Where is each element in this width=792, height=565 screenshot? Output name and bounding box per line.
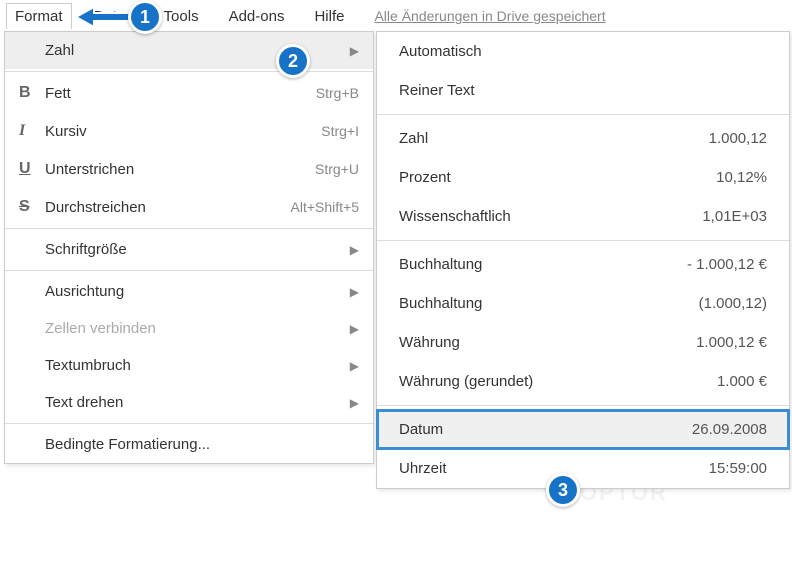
menubar-hilfe[interactable]: Hilfe xyxy=(306,4,352,29)
format-option-example: 15:59:00 xyxy=(709,460,767,477)
menu-item-label: Durchstreichen xyxy=(45,199,291,216)
chevron-right-icon: ▶ xyxy=(350,285,359,299)
format-option-uhrzeit[interactable]: Uhrzeit15:59:00 xyxy=(377,449,789,488)
format-option-label: Automatisch xyxy=(399,43,767,60)
format-option-datum[interactable]: Datum26.09.2008 xyxy=(377,410,789,449)
chevron-right-icon: ▶ xyxy=(350,359,359,373)
divider xyxy=(5,270,373,271)
format-option-label: Zahl xyxy=(399,130,709,147)
callout-arrow-1 xyxy=(76,3,136,31)
menu-item-kursiv[interactable]: IKursivStrg+I xyxy=(5,112,373,150)
divider xyxy=(5,228,373,229)
menu-item-label: Kursiv xyxy=(45,123,321,140)
menu-item-label: Schriftgröße xyxy=(45,241,342,258)
callout-1: 1 xyxy=(128,0,162,34)
format-option-example: - 1.000,12 € xyxy=(687,256,767,273)
format-option-label: Reiner Text xyxy=(399,82,767,99)
shortcut: Strg+B xyxy=(316,85,359,101)
format-option-label: Währung (gerundet) xyxy=(399,373,717,390)
shortcut: Strg+I xyxy=(321,123,359,139)
menu-item-text-drehen[interactable]: Text drehen ▶ xyxy=(5,384,373,421)
format-option-label: Währung xyxy=(399,334,696,351)
format-option-buchhaltung[interactable]: Buchhaltung- 1.000,12 € xyxy=(377,245,789,284)
format-option-label: Datum xyxy=(399,421,692,438)
format-option-w-hrung-gerundet-[interactable]: Währung (gerundet)1.000 € xyxy=(377,362,789,401)
format-option-zahl[interactable]: Zahl1.000,12 xyxy=(377,119,789,158)
menu-item-label: Text drehen xyxy=(45,394,342,411)
menu-item-label: Unterstrichen xyxy=(45,161,315,178)
menu-item-label: Textumbruch xyxy=(45,357,342,374)
menu-item-fett[interactable]: BFettStrg+B xyxy=(5,74,373,112)
format-option-example: 1.000,12 € xyxy=(696,334,767,351)
divider xyxy=(377,114,789,115)
shortcut: Strg+U xyxy=(315,161,359,177)
divider xyxy=(377,240,789,241)
menu-item-ausrichtung[interactable]: Ausrichtung ▶ xyxy=(5,273,373,310)
menu-item-unterstrichen[interactable]: UUnterstrichenStrg+U xyxy=(5,150,373,188)
menu-item-label: Ausrichtung xyxy=(45,283,342,300)
callout-circle-2: 2 xyxy=(276,44,310,78)
b-icon: B xyxy=(19,84,45,102)
callout-3: 3 xyxy=(546,473,580,507)
format-option-label: Buchhaltung xyxy=(399,256,687,273)
format-option-example: 1,01E+03 xyxy=(702,208,767,225)
i-icon: I xyxy=(19,122,45,140)
format-option-label: Buchhaltung xyxy=(399,295,699,312)
format-option-buchhaltung[interactable]: Buchhaltung(1.000,12) xyxy=(377,284,789,323)
callout-2: 2 xyxy=(276,44,310,78)
format-option-label: Wissenschaftlich xyxy=(399,208,702,225)
menu-item-schriftgr-e[interactable]: Schriftgröße ▶ xyxy=(5,231,373,268)
number-format-submenu: AutomatischReiner TextZahl1.000,12Prozen… xyxy=(376,31,790,489)
menubar-tools[interactable]: Tools xyxy=(156,4,207,29)
format-option-example: 26.09.2008 xyxy=(692,421,767,438)
menu-item-label: Fett xyxy=(45,85,316,102)
u-icon: U xyxy=(19,160,45,178)
format-option-example: 1.000 € xyxy=(717,373,767,390)
format-option-label: Prozent xyxy=(399,169,716,186)
menubar-format[interactable]: Format xyxy=(6,3,72,29)
menu-item-label: Zellen verbinden xyxy=(45,320,342,337)
format-option-example: 10,12% xyxy=(716,169,767,186)
callout-circle-3: 3 xyxy=(546,473,580,507)
chevron-right-icon: ▶ xyxy=(350,44,359,58)
format-option-automatisch[interactable]: Automatisch xyxy=(377,32,789,71)
callout-circle-1: 1 xyxy=(128,0,162,34)
menu-item-zahl[interactable]: Zahl▶ xyxy=(5,32,373,69)
chevron-right-icon: ▶ xyxy=(350,322,359,336)
format-option-reiner-text[interactable]: Reiner Text xyxy=(377,71,789,110)
format-option-example: 1.000,12 xyxy=(709,130,767,147)
format-option-wissenschaftlich[interactable]: Wissenschaftlich1,01E+03 xyxy=(377,197,789,236)
chevron-right-icon: ▶ xyxy=(350,243,359,257)
menu-item-label: Bedingte Formatierung... xyxy=(45,436,359,453)
menu-item-textumbruch[interactable]: Textumbruch ▶ xyxy=(5,347,373,384)
menubar-addons[interactable]: Add-ons xyxy=(221,4,293,29)
format-option-example: (1.000,12) xyxy=(699,295,767,312)
format-option-w-hrung[interactable]: Währung1.000,12 € xyxy=(377,323,789,362)
format-option-prozent[interactable]: Prozent10,12% xyxy=(377,158,789,197)
shortcut: Alt+Shift+5 xyxy=(291,199,360,215)
save-status[interactable]: Alle Änderungen in Drive gespeichert xyxy=(374,8,605,24)
menu-item-durchstreichen[interactable]: SDurchstreichenAlt+Shift+5 xyxy=(5,188,373,226)
chevron-right-icon: ▶ xyxy=(350,396,359,410)
divider xyxy=(5,71,373,72)
format-dropdown: Zahl▶BFettStrg+BIKursivStrg+IUUnterstric… xyxy=(4,31,374,464)
divider xyxy=(377,405,789,406)
divider xyxy=(5,423,373,424)
menu-item-bedingte-formatierung-[interactable]: Bedingte Formatierung... xyxy=(5,426,373,463)
menu-item-zellen-verbinden: Zellen verbinden ▶ xyxy=(5,310,373,347)
s-icon: S xyxy=(19,198,45,216)
